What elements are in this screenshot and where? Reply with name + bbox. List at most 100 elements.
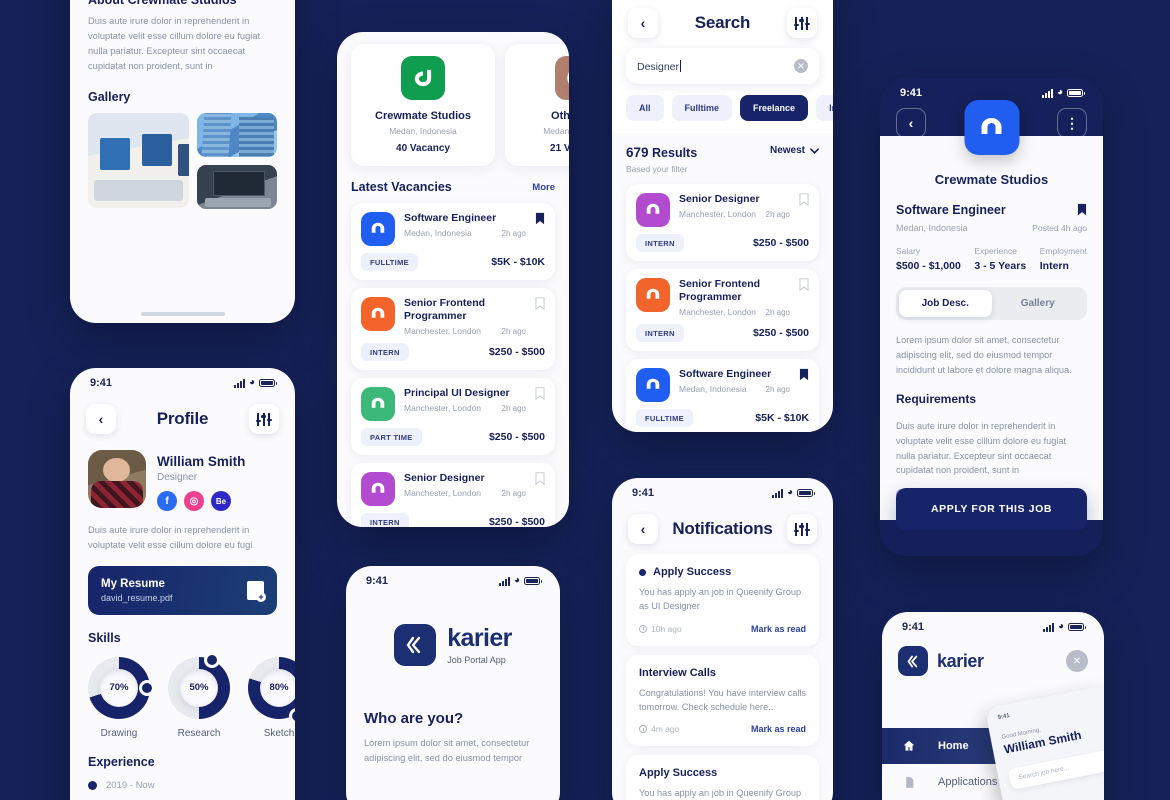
filter-button[interactable] [786, 8, 817, 38]
section-title: Latest Vacancies [351, 180, 452, 194]
notification-body: You has apply an job in Queenify Group a… [639, 587, 802, 612]
chip-fulltime[interactable]: Fulltime [671, 95, 733, 121]
notification-time: 10h ago [651, 623, 682, 634]
back-button[interactable]: ‹ [86, 404, 116, 434]
back-button[interactable]: ‹ [896, 108, 926, 138]
skill-knob [207, 654, 217, 665]
signal-icon [233, 378, 245, 388]
job-card[interactable]: Principal UI Designer Manchester, London… [351, 378, 555, 456]
notification-item[interactable]: Apply Success You has apply an job in Qu… [626, 554, 819, 646]
screens-stage: Telephone +12 3456 789 Email 100 - 150 [0, 0, 1170, 800]
job-card[interactable]: Software Engineer Medan, Indonesia 2h ag… [626, 359, 819, 432]
gallery-heading: Gallery [88, 90, 131, 105]
back-button[interactable]: ‹ [628, 514, 658, 544]
company-vacancy-count: 21 Vacancy [550, 143, 569, 154]
facebook-icon[interactable]: f [157, 491, 177, 511]
notification-item[interactable]: Apply Success You has apply an job in Qu… [626, 755, 819, 800]
close-icon[interactable]: ✕ [1066, 650, 1088, 672]
clear-icon[interactable]: ✕ [794, 59, 808, 73]
search-topbar: ‹ Search [612, 0, 833, 48]
job-card[interactable]: Senior Frontend Programmer Manchester, L… [626, 269, 819, 352]
bookmark-icon-filled[interactable] [1077, 203, 1087, 216]
sliders-icon [255, 412, 272, 426]
signal-icon [498, 576, 510, 586]
apply-button[interactable]: APPLY FOR THIS JOB [896, 488, 1087, 530]
notification-body: You has apply an job in Queenify Group a… [639, 788, 802, 798]
skill-knob [292, 710, 295, 721]
company-logo-icon [636, 368, 670, 403]
bookmark-icon[interactable] [535, 472, 545, 486]
status-bar: 9:41 ◕ [346, 566, 560, 592]
job-card[interactable]: Software Engineer Medan, Indonesia 2h ag… [351, 203, 555, 280]
behance-icon[interactable]: Be [211, 491, 231, 511]
company-logo-icon [964, 100, 1019, 155]
latest-vacancies-header: Latest Vacancies More [351, 180, 555, 194]
bookmark-icon-filled[interactable] [535, 212, 545, 225]
job-type-tag: INTERN [636, 234, 684, 252]
resume-card[interactable]: My Resume david_resume.pdf [88, 565, 277, 615]
onboarding-screen: 9:41 ◕ karier Job Portal App Who are you… [346, 566, 560, 800]
profile-bio: Duis aute irure dolor in reprehenderit i… [88, 525, 253, 550]
sort-dropdown[interactable]: Newest [770, 145, 819, 156]
job-facts: Salary $500 - $1,000 Experience 3 - 5 Ye… [896, 246, 1087, 272]
battery-icon [259, 379, 277, 387]
skill-percent: 50% [180, 668, 218, 707]
job-title: Senior Designer [679, 193, 760, 205]
resume-filename: david_resume.pdf [101, 592, 173, 603]
wifi-icon: ◕ [786, 487, 793, 498]
company-logo-icon [361, 387, 395, 422]
sliders-icon [793, 522, 810, 536]
notifications-topbar: ‹ Notifications [612, 504, 833, 554]
mark-as-read-button[interactable]: Mark as read [751, 724, 806, 734]
job-detail-hero: 9:41 ◕ ‹ ⋮ [880, 78, 1103, 155]
fact-employment: Employment Intern [1040, 246, 1087, 272]
battery-icon [524, 577, 542, 585]
job-location: Medan, Indonesia [679, 384, 747, 395]
company-card[interactable]: Othathing Medan, Indonesia 21 Vacancy [505, 44, 569, 166]
search-input[interactable]: Designer ✕ [626, 48, 819, 84]
company-card[interactable]: Crewmate Studios Medan, Indonesia 40 Vac… [351, 44, 495, 166]
skill-ring: 80% [248, 656, 295, 721]
drawer-screen: 9:41 ◕ karier ✕ Home Applications 9:41 G… [882, 612, 1104, 800]
file-add-icon[interactable] [247, 580, 266, 602]
chip-all[interactable]: All [626, 95, 664, 121]
notification-item[interactable]: Interview Calls Congratulations! You hav… [626, 654, 819, 746]
job-card[interactable]: Senior Designer Manchester, London 2h ag… [351, 463, 555, 527]
tab-job-desc[interactable]: Job Desc. [899, 290, 992, 317]
status-time: 9:41 [900, 87, 923, 99]
notification-list: Apply Success You has apply an job in Qu… [612, 554, 833, 800]
bookmark-icon[interactable] [799, 278, 809, 291]
bookmark-icon-filled[interactable] [799, 368, 809, 381]
bookmark-icon[interactable] [799, 193, 809, 206]
chip-freelance[interactable]: Freelance [740, 95, 809, 121]
job-location: Manchester, London [679, 307, 757, 318]
notification-title: Apply Success [639, 767, 718, 779]
job-card[interactable]: Senior Frontend Programmer Manchester, L… [351, 288, 555, 371]
avatar [88, 450, 146, 508]
back-button[interactable]: ‹ [628, 8, 658, 38]
job-detail-tabs[interactable]: Job Desc. Gallery [896, 287, 1087, 320]
filter-chips[interactable]: All Fulltime Freelance Intern [626, 95, 833, 121]
bookmark-icon[interactable] [535, 387, 545, 401]
dribbble-icon[interactable]: ◎ [184, 491, 204, 511]
results-subtitle: Based your filter [626, 164, 688, 174]
fact-label: Employment [1039, 246, 1087, 256]
onboarding-body: Lorem ipsum dolor sit amet, consectetur … [364, 738, 530, 763]
filter-button[interactable] [786, 514, 817, 544]
job-card[interactable]: Senior Designer Manchester, London 2h ag… [626, 184, 819, 261]
bookmark-icon[interactable] [535, 297, 545, 310]
job-title: Senior Frontend Programmer [404, 297, 486, 323]
chip-intern[interactable]: Intern [816, 95, 833, 121]
company-carousel[interactable]: Crewmate Studios Medan, Indonesia 40 Vac… [351, 32, 569, 166]
profile-name: William Smith [157, 454, 246, 469]
gallery-image-laptop[interactable] [197, 165, 277, 210]
page-title: Search [694, 13, 751, 32]
filter-button[interactable] [248, 404, 279, 434]
gallery-image-office[interactable] [88, 113, 189, 209]
more-link[interactable]: More [532, 182, 555, 193]
tab-gallery[interactable]: Gallery [992, 290, 1085, 317]
gallery-image-building[interactable] [197, 113, 277, 158]
signal-icon [771, 488, 783, 498]
more-options-button[interactable]: ⋮ [1057, 108, 1087, 138]
mark-as-read-button[interactable]: Mark as read [751, 624, 806, 634]
